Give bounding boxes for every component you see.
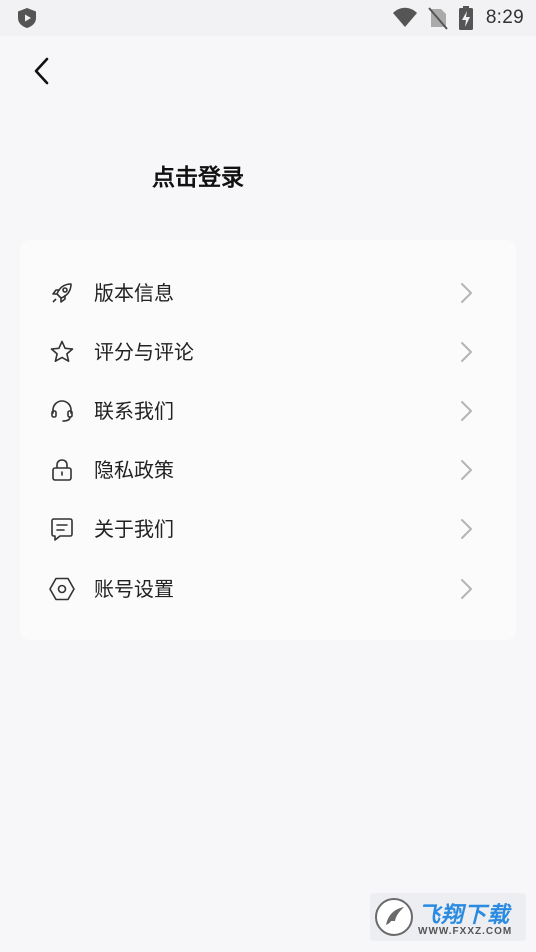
- chevron-right-icon: [456, 517, 476, 541]
- menu-item-privacy-policy[interactable]: 隐私政策: [20, 442, 516, 498]
- login-link[interactable]: 点击登录: [152, 158, 244, 192]
- menu-card: 版本信息 评分与评论 联系我们 隐私政策 关于我们 账号设置: [20, 240, 516, 640]
- watermark-subtitle: WWW.FXXZ.COM: [418, 926, 513, 937]
- menu-item-version-info[interactable]: 版本信息: [20, 265, 516, 321]
- menu-item-label: 关于我们: [94, 517, 174, 541]
- hexagon-settings-icon: [48, 575, 76, 603]
- shield-play-icon: [16, 7, 38, 29]
- chevron-right-icon: [456, 399, 476, 423]
- no-sim-icon: [428, 6, 448, 30]
- chevron-right-icon: [456, 458, 476, 482]
- back-button[interactable]: [24, 54, 60, 92]
- star-icon: [48, 338, 76, 366]
- message-icon: [48, 515, 76, 543]
- battery-charging-icon: [458, 5, 474, 31]
- lock-icon: [48, 456, 76, 484]
- watermark-logo-icon: [374, 897, 414, 937]
- status-time: 8:29: [485, 7, 524, 28]
- menu-item-label: 账号设置: [94, 577, 174, 601]
- headset-icon: [48, 397, 76, 425]
- watermark: 飞翔下载 WWW.FXXZ.COM: [370, 893, 526, 941]
- status-bar: 8:29: [0, 0, 536, 36]
- menu-item-contact-us[interactable]: 联系我们: [20, 383, 516, 439]
- menu-item-about-us[interactable]: 关于我们: [20, 501, 516, 557]
- wifi-icon: [392, 7, 418, 29]
- rocket-icon: [48, 279, 76, 307]
- menu-item-label: 隐私政策: [94, 458, 174, 482]
- chevron-right-icon: [456, 281, 476, 305]
- watermark-title: 飞翔下载: [418, 903, 511, 928]
- chevron-right-icon: [456, 577, 476, 601]
- chevron-left-icon: [32, 56, 52, 90]
- menu-item-rating-review[interactable]: 评分与评论: [20, 324, 516, 380]
- menu-item-label: 联系我们: [94, 399, 174, 423]
- chevron-right-icon: [456, 340, 476, 364]
- menu-item-label: 评分与评论: [94, 340, 194, 364]
- menu-item-account-settings[interactable]: 账号设置: [20, 561, 516, 617]
- menu-item-label: 版本信息: [94, 281, 174, 305]
